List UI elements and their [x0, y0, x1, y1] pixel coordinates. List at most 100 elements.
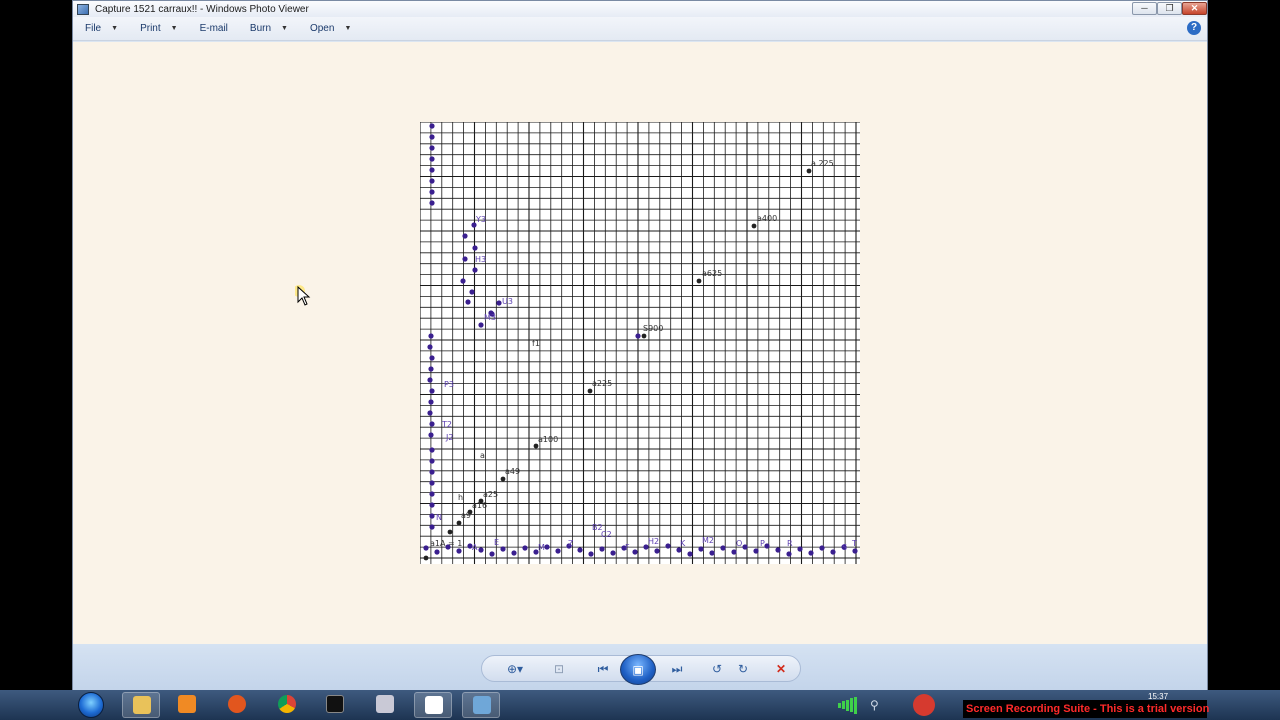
- menu-bar: File ▼ Print ▼ E-mail Burn ▼ Open ▼: [73, 17, 1207, 41]
- previous-button[interactable]: ⏮: [592, 659, 614, 679]
- plot-point: [500, 546, 506, 552]
- next-button[interactable]: ⏭: [666, 659, 688, 679]
- plot-point: [429, 388, 435, 394]
- plot-point: [469, 289, 475, 295]
- menu-file-label: File: [85, 23, 102, 34]
- network-icon[interactable]: ⚲: [870, 698, 879, 712]
- plot-point: [427, 377, 433, 383]
- plot-point: [555, 548, 561, 554]
- plot-label: C2: [601, 530, 612, 539]
- menu-burn[interactable]: Burn ▼: [250, 23, 288, 34]
- plot-point: [429, 145, 435, 151]
- plot-point: [687, 551, 693, 557]
- plot-label: M2: [702, 536, 714, 545]
- plot-point: [429, 447, 435, 453]
- chrome-icon: [278, 695, 296, 713]
- plot-label: T2: [441, 420, 452, 429]
- actual-size-button[interactable]: ⊡: [548, 659, 570, 679]
- plot-point: [456, 520, 462, 526]
- plot-point: [797, 546, 803, 552]
- plot-label: Y3: [475, 215, 486, 224]
- start-button[interactable]: [78, 692, 104, 718]
- plot-point: [428, 399, 434, 405]
- scissors-icon: [376, 695, 394, 713]
- plot-point: [587, 388, 593, 394]
- taskbar-photo-viewer[interactable]: [462, 692, 500, 718]
- taskbar-chrome[interactable]: [268, 692, 306, 718]
- menu-open[interactable]: Open ▼: [310, 23, 351, 34]
- console-icon: [326, 695, 344, 713]
- desktop-right: [1208, 0, 1280, 690]
- plot-point: [462, 233, 468, 239]
- plot-label: a225: [592, 379, 612, 388]
- plot-point: [429, 134, 435, 140]
- plot-label: a16: [472, 501, 487, 510]
- minimize-button[interactable]: ─: [1132, 2, 1157, 15]
- maximize-button[interactable]: ❐: [1157, 2, 1182, 15]
- plot-label: K: [680, 539, 686, 548]
- recorder-icon[interactable]: [912, 694, 935, 716]
- plot-point: [429, 123, 435, 129]
- help-icon[interactable]: ?: [1187, 21, 1201, 35]
- menu-print[interactable]: Print ▼: [140, 23, 178, 34]
- viewer-controls: ⊕▾ ⊡ ⏮ ▣ ⏭ ↺ ↻ ✕: [73, 644, 1207, 691]
- plot-point: [751, 223, 757, 229]
- signal-bar: [854, 696, 857, 714]
- folder-icon: [133, 696, 151, 714]
- taskbar-media-player[interactable]: [168, 692, 206, 718]
- plot-point: [423, 545, 429, 551]
- plot-label: R: [787, 539, 793, 548]
- plot-point: [429, 458, 435, 464]
- taskbar-geometry-app[interactable]: [414, 692, 452, 718]
- plot-point: [429, 524, 435, 530]
- plot-label: E: [494, 538, 499, 547]
- plot-point: [830, 549, 836, 555]
- plot-point: [742, 544, 748, 550]
- menu-email[interactable]: E-mail: [200, 23, 228, 34]
- plot-point: [465, 299, 471, 305]
- displayed-image: a 225 a400 a625 S900 a225 a100 a49 a25 a16 a9 h f1 a…: [420, 122, 860, 564]
- slideshow-button[interactable]: ▣: [620, 654, 656, 685]
- delete-button[interactable]: ✕: [770, 659, 792, 679]
- plot-label: a9: [461, 511, 471, 520]
- plot-point: [522, 545, 528, 551]
- chevron-down-icon: ▼: [111, 25, 119, 32]
- plot-point: [429, 502, 435, 508]
- title-bar[interactable]: Capture 1521 carraux!! - Windows Photo V…: [73, 1, 1207, 17]
- signal-bar: [850, 698, 853, 712]
- plot-point: [428, 333, 434, 339]
- image-viewer-area: a 225 a400 a625 S900 a225 a100 a49 a25 a16 a9 h f1 a…: [73, 42, 1207, 644]
- taskbar-snipping-tool[interactable]: [366, 692, 404, 718]
- taskbar-firefox[interactable]: [218, 692, 256, 718]
- plot-point: [599, 546, 605, 552]
- plot-point: [808, 550, 814, 556]
- menu-print-label: Print: [140, 23, 161, 34]
- menu-file[interactable]: File ▼: [85, 23, 118, 34]
- plot-label: F: [625, 543, 630, 552]
- plot-point: [429, 189, 435, 195]
- plot-label: H2: [648, 537, 659, 546]
- plot-point: [478, 322, 484, 328]
- plot-point: [489, 551, 495, 557]
- plot-point: [764, 543, 770, 549]
- system-tray: ⚲: [838, 694, 935, 716]
- plot-point: [429, 156, 435, 162]
- plot-point: [429, 513, 435, 519]
- plot-point: [720, 545, 726, 551]
- plot-point: [588, 551, 594, 557]
- plot-point: [533, 443, 539, 449]
- taskbar-console[interactable]: [316, 692, 354, 718]
- plot-label: N: [436, 513, 442, 522]
- plot-point: [429, 355, 435, 361]
- plot-point: [429, 167, 435, 173]
- plot-label: f1: [532, 339, 540, 348]
- rotate-left-button[interactable]: ↺: [706, 659, 728, 679]
- plot-point: [456, 548, 462, 554]
- zoom-button[interactable]: ⊕▾: [504, 659, 526, 679]
- taskbar-explorer[interactable]: [122, 692, 160, 718]
- close-button[interactable]: ✕: [1182, 2, 1207, 15]
- menu-open-label: Open: [309, 23, 335, 34]
- rotate-right-button[interactable]: ↻: [732, 659, 754, 679]
- plot-point: [429, 178, 435, 184]
- plot-label: M: [538, 543, 545, 552]
